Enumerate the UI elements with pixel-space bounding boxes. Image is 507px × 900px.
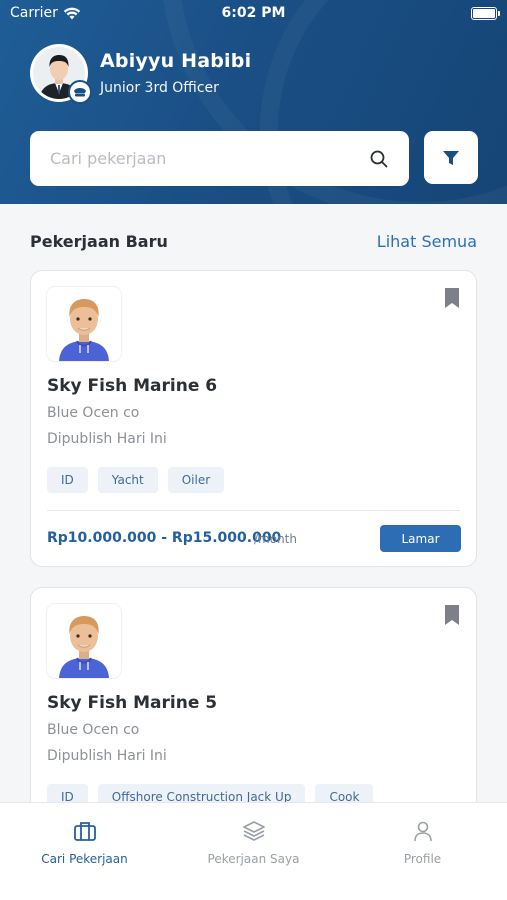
- profile-header[interactable]: Abiyyu Habibi Junior 3rd Officer: [30, 44, 252, 104]
- user-icon: [413, 821, 432, 842]
- job-card[interactable]: Sky Fish Marine 6 Blue Ocen co Dipublish…: [30, 270, 477, 567]
- header: Carrier 6:02 PM Abiyyu Habibi Junior 3rd…: [0, 0, 507, 204]
- battery-icon: [471, 7, 500, 20]
- salary-period: /month: [254, 532, 297, 546]
- avatar[interactable]: [30, 44, 92, 104]
- company-name: Blue Ocen co: [47, 722, 140, 738]
- job-title: Sky Fish Marine 6: [47, 376, 218, 396]
- job-image: [47, 287, 121, 361]
- job-image: [47, 604, 121, 678]
- bookmark-icon[interactable]: [444, 604, 460, 626]
- user-name: Abiyyu Habibi: [100, 50, 252, 72]
- tab-cari-pekerjaan[interactable]: Cari Pekerjaan: [0, 803, 169, 900]
- clock: 6:02 PM: [221, 5, 286, 21]
- bottom-tab-bar: Cari Pekerjaan Pekerjaan Saya Profile: [0, 802, 507, 900]
- search-icon[interactable]: [369, 149, 389, 169]
- user-role: Junior 3rd Officer: [100, 80, 219, 96]
- tab-label: Cari Pekerjaan: [41, 852, 128, 866]
- apply-button[interactable]: Lamar: [380, 525, 461, 552]
- tab-pekerjaan-saya[interactable]: Pekerjaan Saya: [169, 803, 338, 900]
- section-title: Pekerjaan Baru: [30, 232, 168, 251]
- publish-date: Dipublish Hari Ini: [47, 431, 167, 447]
- tab-profile[interactable]: Profile: [338, 803, 507, 900]
- layers-icon: [242, 821, 265, 841]
- search-bar[interactable]: [30, 131, 409, 186]
- filter-button[interactable]: [424, 131, 478, 184]
- search-input[interactable]: [50, 149, 369, 168]
- tab-label: Pekerjaan Saya: [207, 852, 300, 866]
- salary-range: Rp10.000.000 - Rp15.000.000: [47, 530, 282, 546]
- job-title: Sky Fish Marine 5: [47, 693, 218, 713]
- officer-badge: [68, 80, 92, 104]
- status-bar: Carrier 6:02 PM: [0, 0, 507, 28]
- officer-cap-icon: [74, 88, 86, 97]
- bookmark-icon[interactable]: [444, 287, 460, 309]
- filter-icon: [443, 150, 459, 165]
- tag-position: Oiler: [167, 467, 225, 493]
- section-header: Pekerjaan Baru Lihat Semua: [30, 232, 477, 251]
- job-tags: ID Yacht Oiler: [47, 467, 225, 493]
- divider: [47, 510, 460, 511]
- tab-label: Profile: [403, 852, 442, 866]
- briefcase-icon: [73, 822, 96, 841]
- tag-country: ID: [47, 467, 88, 493]
- memoji-avatar: [47, 287, 121, 361]
- see-all-link[interactable]: Lihat Semua: [377, 232, 477, 251]
- tag-vessel-type: Yacht: [97, 467, 158, 493]
- company-name: Blue Ocen co: [47, 405, 140, 421]
- publish-date: Dipublish Hari Ini: [47, 748, 167, 764]
- memoji-avatar: [47, 604, 121, 678]
